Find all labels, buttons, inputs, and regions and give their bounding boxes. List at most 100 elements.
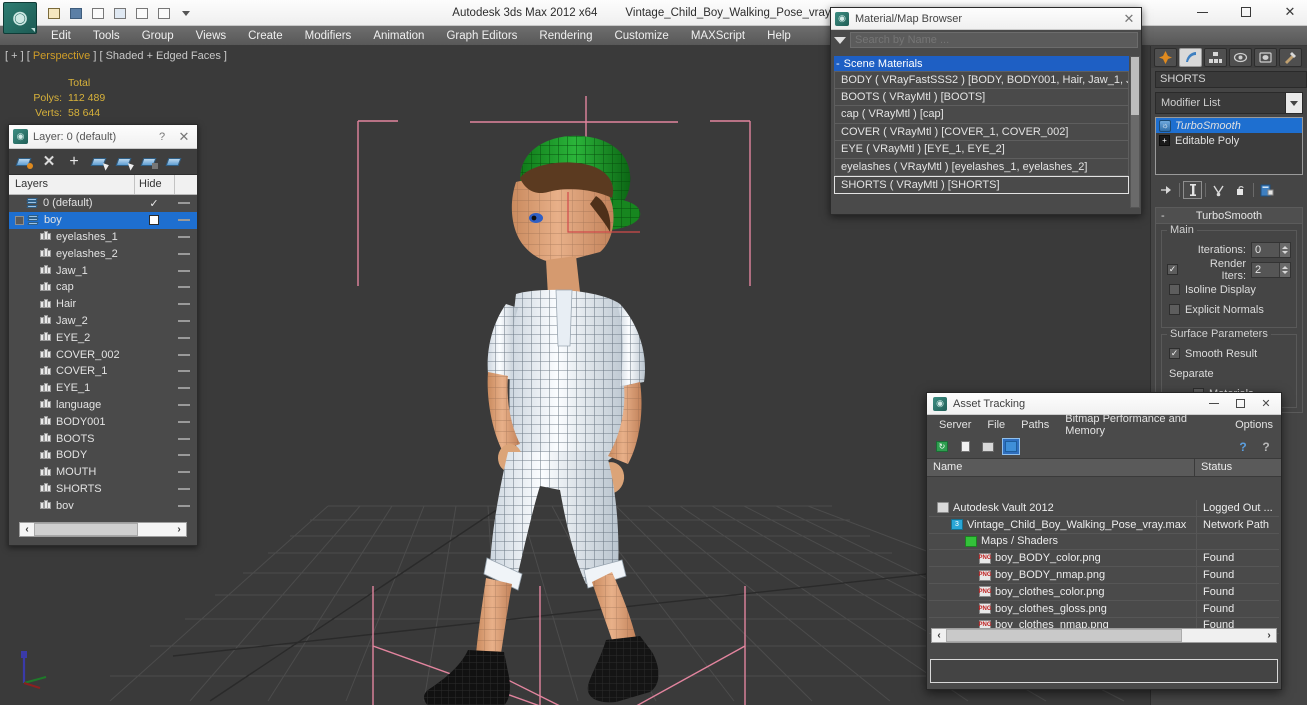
layer-hide-toggle[interactable] (171, 504, 197, 507)
material-list-item[interactable]: BOOTS ( VRayMtl ) [BOOTS] (834, 88, 1129, 106)
save-file-icon[interactable] (66, 4, 85, 23)
material-list-item[interactable]: EYE ( VRayMtl ) [EYE_1, EYE_2] (834, 141, 1129, 159)
menu-item-maxscript[interactable]: MAXScript (680, 27, 756, 45)
menu-item-rendering[interactable]: Rendering (528, 27, 603, 45)
menu-item-graph-editors[interactable]: Graph Editors (435, 27, 528, 45)
close-button[interactable]: ✕ (1279, 2, 1301, 22)
layer-row[interactable]: Jaw_2 (9, 313, 197, 330)
list-view-icon[interactable] (956, 438, 974, 455)
layer-hide-toggle[interactable] (171, 353, 197, 356)
asset-row[interactable]: Autodesk Vault 2012 Logged Out ... (929, 500, 1279, 517)
pin-stack-icon[interactable] (1157, 181, 1176, 199)
layer-row[interactable]: BOOTS (9, 430, 197, 447)
plus-box-icon[interactable]: + (1159, 135, 1170, 146)
layer-row[interactable]: boy (9, 211, 197, 229)
set-project-icon[interactable] (132, 4, 151, 23)
material-list-item[interactable]: eyelashes ( VRayMtl ) [eyelashes_1, eyel… (834, 158, 1129, 176)
asset-tracking-window[interactable]: ◉ Asset Tracking ✕ Server File Paths Bit… (926, 392, 1282, 690)
asset-menu-file[interactable]: File (979, 419, 1013, 431)
explicit-normals-row[interactable]: Explicit Normals (1167, 301, 1291, 318)
layer-list[interactable]: 0 (default) ✓ boy eyelashes_1 eyelashes_2 Jaw… (9, 195, 197, 509)
render-iters-row[interactable]: ✓ Render Iters: 2 (1167, 258, 1291, 282)
asset-menu-options[interactable]: Options (1227, 419, 1281, 431)
layer-row[interactable]: eyelashes_2 (9, 245, 197, 262)
layer-hide-toggle[interactable] (171, 269, 197, 272)
layer-hide-toggle[interactable] (171, 471, 197, 474)
material-vertical-scrollbar[interactable] (1130, 56, 1140, 208)
layer-row[interactable]: Hair (9, 296, 197, 313)
select-highlighted-objects-icon[interactable] (113, 152, 136, 172)
material-list[interactable]: BODY ( VRayFastSSS2 ) [BODY, BODY001, Ha… (834, 71, 1129, 194)
menu-item-animation[interactable]: Animation (362, 27, 435, 45)
layer-hide-toggle[interactable] (171, 286, 197, 289)
rollout-header[interactable]: - TurboSmooth (1156, 208, 1302, 224)
layer-row[interactable]: COVER_1 (9, 363, 197, 380)
maximize-button[interactable] (1227, 394, 1253, 414)
display-tab-icon[interactable] (1254, 47, 1277, 67)
modifier-stack[interactable]: ☼ TurboSmooth + Editable Poly (1155, 117, 1303, 175)
lightbulb-icon[interactable]: ☼ (1159, 119, 1171, 132)
asset-menu-paths[interactable]: Paths (1013, 419, 1057, 431)
hierarchy-tab-icon[interactable] (1204, 47, 1227, 67)
asset-row[interactable]: 3 Vintage_Child_Boy_Walking_Pose_vray.max… (929, 516, 1279, 534)
material-search-row[interactable] (831, 30, 1141, 50)
layer-hide-toggle[interactable] (171, 454, 197, 457)
layer-row[interactable]: Jaw_1 (9, 262, 197, 279)
asset-menu-server[interactable]: Server (931, 419, 979, 431)
menu-item-edit[interactable]: Edit (40, 27, 82, 45)
modify-tab-icon[interactable] (1179, 47, 1202, 67)
menu-item-modifiers[interactable]: Modifiers (294, 27, 363, 45)
scene-materials-section-header[interactable]: - Scene Materials (834, 56, 1129, 71)
menu-item-views[interactable]: Views (185, 27, 237, 45)
menu-item-help[interactable]: Help (756, 27, 802, 45)
layer-hide-toggle[interactable] (171, 487, 197, 490)
open-file-icon[interactable] (44, 4, 63, 23)
help-icon[interactable]: ? (1234, 438, 1252, 455)
redo-icon[interactable] (110, 4, 129, 23)
question-icon[interactable]: ? (1257, 438, 1275, 455)
layer-hide-toggle[interactable] (171, 420, 197, 423)
show-end-result-icon[interactable] (1183, 181, 1202, 199)
layer-row[interactable]: BODY (9, 447, 197, 464)
hide-unhide-layer-icon[interactable] (163, 152, 185, 172)
quick-access-dropdown-caret-icon[interactable] (176, 4, 195, 23)
3dsmax-logo-icon[interactable]: ◉ (3, 2, 37, 34)
delete-layer-icon[interactable]: ✕ (38, 152, 60, 172)
layer-active-checkbox[interactable] (137, 215, 171, 226)
browser-options-caret-icon[interactable] (834, 36, 846, 44)
modifier-list-dropdown[interactable]: Modifier List (1155, 92, 1303, 114)
close-icon[interactable]: ✕ (175, 129, 193, 145)
layer-row[interactable]: BODY001 (9, 413, 197, 430)
remove-modifier-icon[interactable] (1231, 181, 1250, 199)
scroll-thumb[interactable] (946, 629, 1182, 642)
object-name-row[interactable] (1151, 68, 1307, 90)
object-name-input[interactable] (1155, 70, 1307, 88)
viewport-label[interactable]: [ + ] [ Perspective ] [ Shaded + Edged F… (5, 50, 227, 62)
iterations-row[interactable]: Iterations: 0 (1167, 241, 1291, 258)
layer-hide-toggle[interactable] (171, 202, 197, 205)
window-controls[interactable]: ✕ (1191, 2, 1301, 22)
menu-item-create[interactable]: Create (237, 27, 294, 45)
asset-row[interactable]: PNG boy_clothes_color.png Found (929, 583, 1279, 601)
material-list-item[interactable]: SHORTS ( VRayMtl ) [SHORTS] (834, 176, 1129, 194)
scroll-thumb[interactable] (34, 523, 138, 536)
asset-row[interactable]: PNG boy_clothes_gloss.png Found (929, 600, 1279, 618)
smooth-result-checkbox[interactable]: ✓ (1169, 348, 1180, 359)
layer-row[interactable]: cap (9, 279, 197, 296)
asset-row[interactable]: Maps / Shaders (929, 533, 1279, 551)
maximize-button[interactable] (1235, 2, 1257, 22)
layer-toolbar[interactable]: ✕ + (9, 149, 197, 175)
help-icon[interactable]: ? (154, 131, 170, 143)
close-icon[interactable]: ✕ (1121, 11, 1137, 27)
turbosmooth-rollout[interactable]: - TurboSmooth Main Iterations: 0 ✓ Rende… (1155, 207, 1303, 413)
chevron-down-icon[interactable] (1285, 93, 1302, 113)
select-layer-objects-icon[interactable] (88, 152, 111, 172)
iterations-spinner[interactable]: 0 (1251, 241, 1291, 258)
menu-item-group[interactable]: Group (131, 27, 185, 45)
scroll-left-arrow-icon[interactable]: ‹ (932, 630, 946, 641)
add-selection-to-layer-icon[interactable]: + (63, 152, 85, 172)
layer-hide-toggle[interactable] (171, 235, 197, 238)
motion-tab-icon[interactable] (1229, 47, 1252, 67)
layer-hide-toggle[interactable] (171, 303, 197, 306)
asset-menu-bitmap-performance[interactable]: Bitmap Performance and Memory (1057, 413, 1227, 437)
